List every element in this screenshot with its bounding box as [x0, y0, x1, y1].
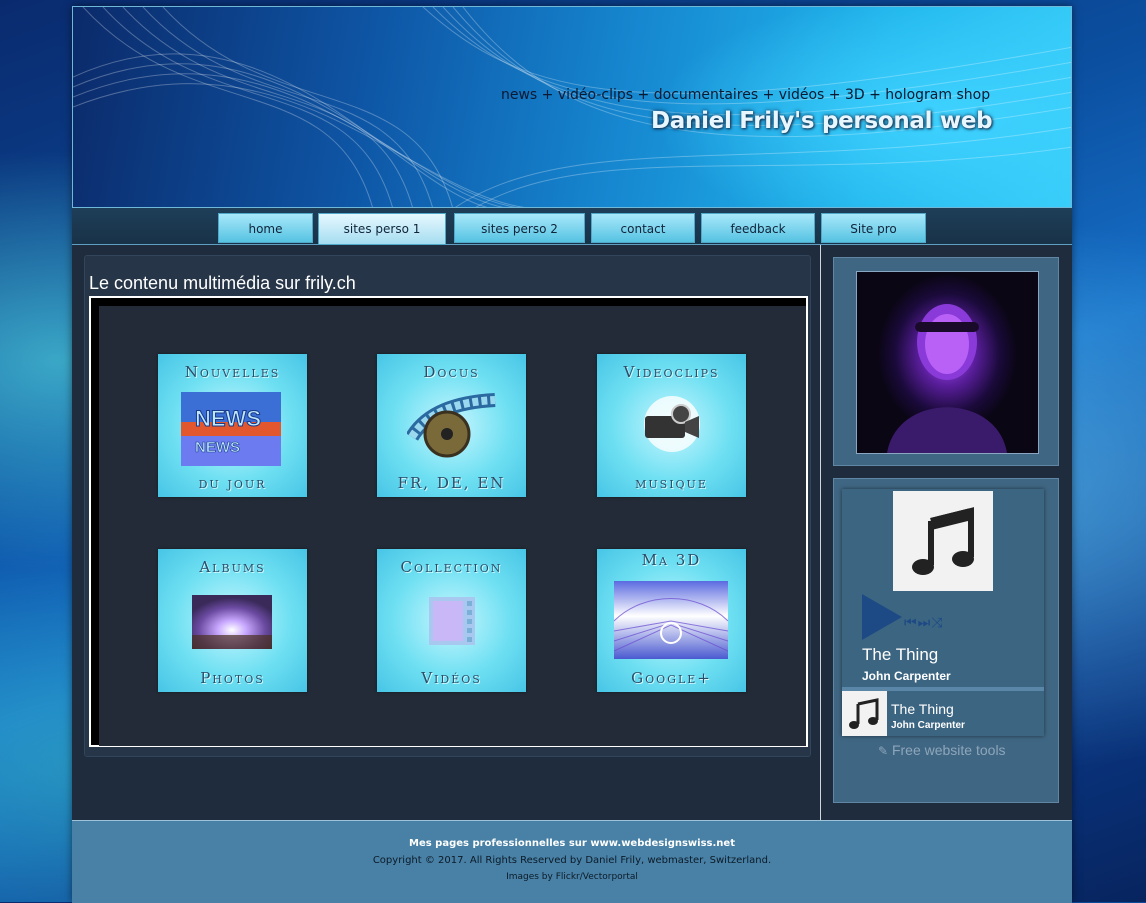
music-note-icon [849, 698, 879, 729]
free-website-tools-link[interactable]: ✎ Free website tools [878, 742, 1006, 758]
news-image-icon: NEWS NEWS [181, 392, 281, 466]
tile-top-label: Nouvelles [184, 363, 281, 381]
music-player-panel: ⏮⏭⤨ The Thing John Carpenter The Thing J… [833, 478, 1059, 803]
profile-photo[interactable] [856, 271, 1039, 454]
tile-videoclips[interactable]: Videoclips musique [597, 354, 746, 497]
album-art [893, 491, 993, 591]
portrait-image [887, 304, 1007, 453]
tile-bottom-label: FR, DE, EN [397, 474, 506, 492]
track-title: The Thing [891, 701, 954, 717]
sidebar: ⏮⏭⤨ The Thing John Carpenter The Thing J… [821, 245, 1072, 820]
svg-text:NEWS: NEWS [195, 406, 261, 431]
nav-sites-perso-2[interactable]: sites perso 2 [454, 213, 585, 243]
main-nav: home sites perso 1 sites perso 2 contact… [72, 208, 1072, 245]
site-title: Daniel Frily's personal web [651, 108, 993, 134]
tools-label: Free website tools [891, 742, 1006, 758]
nav-contact[interactable]: contact [591, 213, 695, 243]
music-note-icon [912, 507, 974, 575]
previous-icon[interactable]: ⏮ [904, 615, 918, 631]
song-title: The Thing [862, 645, 939, 664]
shuffle-icon[interactable]: ⤨ [931, 615, 943, 631]
tile-top-label: Collection [400, 558, 503, 576]
site-footer: Mes pages professionnelles sur www.webde… [72, 820, 1072, 903]
tile-top-label: Ma 3D [641, 551, 702, 569]
profile-photo-panel [833, 257, 1059, 466]
tile-docus[interactable]: Docus FR, DE, EN [377, 354, 526, 497]
tile-nouvelles[interactable]: Nouvelles NEWS NEWS du jour [158, 354, 307, 497]
next-icon[interactable]: ⏭ [918, 615, 932, 631]
tile-bottom-label: musique [635, 474, 708, 492]
site-header: news + vidéo-clips + documentaires + vid… [72, 6, 1072, 208]
page-container: news + vidéo-clips + documentaires + vid… [72, 6, 1072, 903]
media-grid-frame: Nouvelles NEWS NEWS du jour Docus FR, DE… [89, 296, 808, 747]
nav-home[interactable]: home [218, 213, 313, 243]
site-tagline: news + vidéo-clips + documentaires + vid… [501, 87, 991, 103]
tools-icon: ✎ [878, 744, 889, 758]
film-camera-icon [644, 396, 700, 452]
nav-site-pro[interactable]: Site pro [821, 213, 926, 243]
song-artist: John Carpenter [862, 669, 951, 683]
tile-bottom-label: Photos [200, 669, 265, 687]
track-thumbnail [842, 691, 887, 736]
player-controls: ⏮⏭⤨ [904, 615, 943, 631]
tile-collection[interactable]: Collection Vidéos [377, 549, 526, 692]
tile-top-label: Docus [423, 363, 480, 381]
footer-copyright: Copyright © 2017. All Rights Reserved by… [372, 855, 772, 866]
film-reel-icon [407, 393, 496, 458]
landscape-image-icon [192, 595, 272, 649]
tile-bottom-label: Vidéos [421, 669, 482, 687]
tile-top-label: Albums [199, 558, 266, 576]
tile-bottom-label: Google+ [631, 669, 712, 687]
footer-credits: Images by Flickr/Vectorportal [506, 872, 638, 882]
nav-feedback[interactable]: feedback [701, 213, 815, 243]
tile-ma-3d[interactable]: Ma 3D Google+ [597, 549, 746, 692]
tile-bottom-label: du jour [198, 474, 267, 492]
nav-sites-perso-1[interactable]: sites perso 1 [318, 213, 446, 245]
tile-albums[interactable]: Albums Photos [158, 549, 307, 692]
filmstrip-icon [429, 597, 475, 645]
content-title: Le contenu multimédia sur frily.ch [89, 273, 356, 293]
main-content: Le contenu multimédia sur frily.ch Nouve… [72, 245, 821, 820]
media-grid: Nouvelles NEWS NEWS du jour Docus FR, DE… [99, 306, 806, 746]
track-artist: John Carpenter [891, 720, 965, 731]
playlist-track[interactable]: The Thing John Carpenter [842, 691, 1044, 736]
svg-text:NEWS: NEWS [195, 439, 240, 456]
3d-image-icon [614, 581, 728, 659]
music-player: ⏮⏭⤨ The Thing John Carpenter The Thing J… [842, 489, 1044, 736]
footer-pro-link[interactable]: Mes pages professionnelles sur www.webde… [72, 838, 1072, 849]
tile-top-label: Videoclips [623, 363, 720, 381]
play-icon[interactable] [862, 594, 902, 640]
